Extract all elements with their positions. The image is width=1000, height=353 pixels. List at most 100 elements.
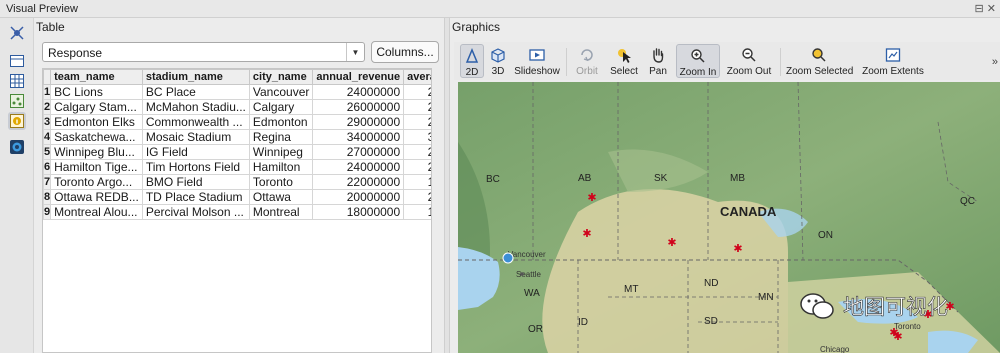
- column-header-city-name[interactable]: city_name: [248, 69, 314, 85]
- cell-stadium-name[interactable]: Percival Molson ...: [141, 204, 250, 220]
- cell-team-name[interactable]: Montreal Alou...: [50, 204, 143, 220]
- cell-average-attendance[interactable]: 27000: [403, 99, 431, 115]
- table-row[interactable]: 5 Winnipeg Blu... IG Field Winnipeg 27000000…: [43, 144, 431, 160]
- cell-city-name[interactable]: Edmonton: [248, 114, 314, 130]
- tool-zoom-in[interactable]: Zoom In: [676, 44, 720, 78]
- cell-average-attendance[interactable]: 25000: [403, 144, 431, 160]
- row-number[interactable]: 5: [43, 144, 52, 160]
- table-row[interactable]: 6 Hamilton Tige... Tim Hortons Field Hamilt…: [43, 159, 431, 175]
- cell-city-name[interactable]: Regina: [248, 129, 314, 145]
- cell-average-attendance[interactable]: 23000: [403, 159, 431, 175]
- tool-2d[interactable]: 2D: [460, 44, 484, 78]
- cell-stadium-name[interactable]: TD Place Stadium: [141, 189, 250, 205]
- table-row[interactable]: 3 Edmonton Elks Commonwealth ... Edmonton 29…: [43, 114, 431, 130]
- tool-zoom-extents[interactable]: Zoom Extents: [862, 44, 924, 78]
- row-number[interactable]: 9: [43, 204, 52, 220]
- tool-select[interactable]: Select: [608, 44, 640, 78]
- data-table[interactable]: team_name stadium_name city_name annual_…: [42, 68, 432, 353]
- cell-team-name[interactable]: Calgary Stam...: [50, 99, 143, 115]
- cell-annual-revenue[interactable]: 22000000: [312, 174, 405, 190]
- column-header-team-name[interactable]: team_name: [50, 69, 143, 85]
- cell-annual-revenue[interactable]: 29000000: [312, 114, 405, 130]
- team-marker-hamilton[interactable]: ✱: [893, 331, 902, 343]
- row-number[interactable]: 6: [43, 159, 52, 175]
- row-number-header[interactable]: [43, 69, 52, 85]
- chevron-down-icon[interactable]: ▼: [346, 43, 364, 61]
- cell-annual-revenue[interactable]: 26000000: [312, 99, 405, 115]
- table-view-icon[interactable]: [8, 72, 26, 90]
- row-number[interactable]: 8: [43, 189, 52, 205]
- row-number[interactable]: 1: [43, 84, 52, 100]
- cell-city-name[interactable]: Ottawa: [248, 189, 314, 205]
- window-controls[interactable]: ⊟ ✕: [975, 2, 997, 15]
- cell-average-attendance[interactable]: 19000: [403, 204, 431, 220]
- team-marker-edmonton[interactable]: ✱: [587, 192, 596, 204]
- tool-slideshow[interactable]: Slideshow: [514, 44, 560, 78]
- cell-average-attendance[interactable]: 21000: [403, 84, 431, 100]
- row-number[interactable]: 4: [43, 129, 52, 145]
- row-number[interactable]: 3: [43, 114, 52, 130]
- cell-stadium-name[interactable]: McMahon Stadiu...: [141, 99, 250, 115]
- tool-select-label: Select: [610, 66, 638, 77]
- table-row[interactable]: 7 Toronto Argo... BMO Field Toronto 22000000…: [43, 174, 431, 190]
- cell-average-attendance[interactable]: 31000: [403, 129, 431, 145]
- cell-team-name[interactable]: Saskatchewa...: [50, 129, 143, 145]
- table-row[interactable]: 2 Calgary Stam... McMahon Stadiu... Calgary…: [43, 99, 431, 115]
- map-label-bc: BC: [486, 174, 500, 185]
- cell-annual-revenue[interactable]: 27000000: [312, 144, 405, 160]
- cell-team-name[interactable]: Winnipeg Blu...: [50, 144, 143, 160]
- cell-average-attendance[interactable]: 14000: [403, 174, 431, 190]
- team-marker-winnipeg[interactable]: ✱: [733, 243, 742, 255]
- cell-stadium-name[interactable]: IG Field: [141, 144, 250, 160]
- cell-annual-revenue[interactable]: 24000000: [312, 84, 405, 100]
- selected-marker-vancouver[interactable]: [502, 252, 514, 264]
- table-row[interactable]: 9 Montreal Alou... Percival Molson ... Mont…: [43, 204, 431, 220]
- cell-annual-revenue[interactable]: 24000000: [312, 159, 405, 175]
- graph-settings-icon[interactable]: [8, 24, 26, 42]
- team-marker-regina[interactable]: ✱: [667, 237, 676, 249]
- layout-panel-icon[interactable]: [8, 52, 26, 70]
- tool-pan[interactable]: Pan: [646, 44, 670, 78]
- cell-team-name[interactable]: Toronto Argo...: [50, 174, 143, 190]
- cell-annual-revenue[interactable]: 34000000: [312, 129, 405, 145]
- scatter-view-icon[interactable]: [8, 92, 26, 110]
- cell-average-attendance[interactable]: 29000: [403, 114, 431, 130]
- row-number[interactable]: 7: [43, 174, 52, 190]
- tool-zoom-selected[interactable]: Zoom Selected: [786, 44, 853, 78]
- column-header-stadium-name[interactable]: stadium_name: [141, 69, 250, 85]
- info-view-icon[interactable]: [8, 112, 26, 130]
- cell-team-name[interactable]: BC Lions: [50, 84, 143, 100]
- cell-team-name[interactable]: Ottawa REDB...: [50, 189, 143, 205]
- toolbar-separator: [780, 48, 781, 76]
- cell-team-name[interactable]: Edmonton Elks: [50, 114, 143, 130]
- cell-city-name[interactable]: Winnipeg: [248, 144, 314, 160]
- table-row[interactable]: 1BC LionsBC PlaceVancouver2400000021000: [43, 84, 431, 100]
- cell-team-name[interactable]: Hamilton Tige...: [50, 159, 143, 175]
- cell-city-name[interactable]: Vancouver: [248, 84, 314, 100]
- tool-zoom-out[interactable]: Zoom Out: [726, 44, 772, 78]
- column-header-average-attendance[interactable]: average_a: [403, 69, 431, 85]
- cell-city-name[interactable]: Hamilton: [248, 159, 314, 175]
- response-select[interactable]: Response ▼: [42, 42, 365, 62]
- cell-stadium-name[interactable]: BMO Field: [141, 174, 250, 190]
- cell-stadium-name[interactable]: Tim Hortons Field: [141, 159, 250, 175]
- cell-stadium-name[interactable]: BC Place: [141, 84, 250, 100]
- tool-orbit[interactable]: Orbit: [572, 44, 602, 78]
- cell-average-attendance[interactable]: 24000: [403, 189, 431, 205]
- table-row[interactable]: 4 Saskatchewa... Mosaic Stadium Regina 34000…: [43, 129, 431, 145]
- cell-city-name[interactable]: Toronto: [248, 174, 314, 190]
- cell-annual-revenue[interactable]: 20000000: [312, 189, 405, 205]
- team-marker-calgary[interactable]: ✱: [582, 228, 591, 240]
- cell-stadium-name[interactable]: Commonwealth ...: [141, 114, 250, 130]
- cell-city-name[interactable]: Calgary: [248, 99, 314, 115]
- columns-button[interactable]: Columns...: [371, 41, 439, 63]
- cell-stadium-name[interactable]: Mosaic Stadium: [141, 129, 250, 145]
- row-number[interactable]: 2: [43, 99, 52, 115]
- cell-annual-revenue[interactable]: 18000000: [312, 204, 405, 220]
- globe-view-icon[interactable]: [8, 138, 26, 156]
- toolbar-overflow-icon[interactable]: »: [992, 56, 998, 68]
- tool-3d[interactable]: 3D: [486, 44, 510, 78]
- table-row[interactable]: 8 Ottawa REDB... TD Place Stadium Ottawa 200…: [43, 189, 431, 205]
- column-header-annual-revenue[interactable]: annual_revenue: [312, 69, 405, 85]
- cell-city-name[interactable]: Montreal: [248, 204, 314, 220]
